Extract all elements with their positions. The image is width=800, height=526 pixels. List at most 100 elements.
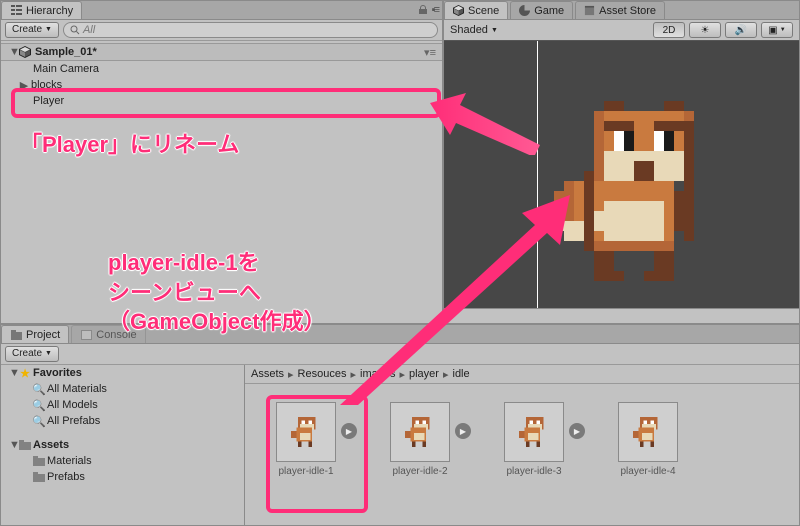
hierarchy-item-label: Player [31, 95, 64, 107]
sprite-preview-icon [405, 415, 435, 449]
hierarchy-tree: ▼ Sample_01* ▾≡ Main Camera ▶ blocks Pla… [1, 41, 442, 111]
breadcrumb-item[interactable]: images [360, 368, 395, 380]
disclosure-triangle-icon[interactable]: ▼ [9, 367, 19, 379]
create-button[interactable]: Create ▼ [5, 346, 59, 362]
hierarchy-tab-options[interactable]: ▪≡ [418, 1, 442, 19]
scene-view[interactable] [444, 41, 799, 308]
folder-icon [33, 455, 45, 467]
hierarchy-item-player[interactable]: Player [1, 93, 442, 109]
tab-project[interactable]: Project [1, 325, 69, 343]
project-toolbar: Create ▼ [1, 344, 799, 365]
asset-name-label: player-idle-3 [506, 466, 561, 477]
disclosure-triangle-icon[interactable]: ▼ [9, 46, 19, 58]
play-icon[interactable]: ▶ [569, 423, 585, 439]
create-button-label: Create [12, 23, 42, 37]
tab-asset-store[interactable]: Asset Store [575, 1, 665, 19]
search-filter-icon: 🔍 [33, 383, 45, 395]
tab-scene-label: Scene [468, 5, 499, 17]
tab-asset-store-label: Asset Store [599, 5, 656, 17]
breadcrumb-item[interactable]: player [409, 368, 439, 380]
favorites-item-label: All Prefabs [45, 415, 100, 427]
panel-menu-icon: ▪≡ [432, 4, 438, 16]
scene-tab-bar: Scene Game Asset Store [444, 1, 799, 20]
asset-thumbnail: ▶ [504, 402, 564, 462]
scene-icon [453, 5, 464, 16]
asset-thumbnail: ▶ [276, 402, 336, 462]
create-button-label: Create [12, 347, 42, 361]
asset-item[interactable]: ▶ player-idle-2 [377, 402, 463, 477]
hierarchy-panel: Hierarchy ▪≡ Create ▼ All ▼ Sample_01* ▾… [0, 0, 443, 324]
assets-item[interactable]: Prefabs [1, 469, 244, 485]
sprite-preview-icon [291, 415, 321, 449]
breadcrumb: Assets▸ Resouces▸ images▸ player▸ idle [245, 365, 799, 384]
search-filter-icon: 🔍 [33, 399, 45, 411]
console-icon [80, 329, 92, 341]
hierarchy-item-label: blocks [29, 79, 62, 91]
hierarchy-search-input[interactable]: All [63, 22, 438, 38]
tab-project-label: Project [26, 329, 60, 341]
assets-item-label: Materials [45, 455, 92, 467]
tab-game-label: Game [534, 5, 564, 17]
assets-item-label: Prefabs [45, 471, 85, 483]
tab-game[interactable]: Game [510, 1, 573, 19]
scene-name-label: Sample_01* [35, 46, 97, 58]
star-icon: ★ [19, 367, 31, 379]
hierarchy-item[interactable]: Main Camera [1, 61, 442, 77]
asset-name-label: player-idle-2 [392, 466, 447, 477]
lock-icon [418, 5, 428, 15]
project-panel: Project Console Create ▼ ▼ ★ Favorites 🔍… [0, 324, 800, 526]
project-icon [10, 329, 22, 341]
assets-item[interactable]: Materials [1, 453, 244, 469]
asset-item[interactable]: player-idle-4 [605, 402, 691, 477]
toolbar-2d-toggle[interactable]: 2D [653, 22, 685, 38]
play-icon[interactable]: ▶ [341, 423, 357, 439]
assets-heading[interactable]: ▼ Assets [1, 437, 244, 453]
scene-panel: Scene Game Asset Store Shaded ▼ 2D ☀ 🔊 ▣… [443, 0, 800, 324]
toolbar-audio-toggle[interactable]: 🔊 [725, 22, 757, 38]
disclosure-triangle-icon[interactable]: ▶ [19, 79, 29, 92]
favorites-item[interactable]: 🔍All Models [1, 397, 244, 413]
asset-store-icon [584, 5, 595, 16]
hierarchy-scene-row[interactable]: ▼ Sample_01* ▾≡ [1, 43, 442, 61]
scene-scrollbar[interactable] [444, 308, 799, 323]
create-button[interactable]: Create ▼ [5, 22, 59, 38]
hierarchy-tab[interactable]: Hierarchy [1, 1, 82, 19]
hierarchy-item[interactable]: ▶ blocks [1, 77, 442, 93]
hierarchy-icon [10, 5, 22, 17]
asset-name-label: player-idle-1 [278, 466, 333, 477]
chevron-right-icon: ▸ [443, 368, 449, 381]
breadcrumb-item[interactable]: Resouces [298, 368, 347, 380]
chevron-right-icon: ▸ [288, 368, 294, 381]
breadcrumb-item[interactable]: Assets [251, 368, 284, 380]
toolbar-fx-toggle[interactable]: ▣▼ [761, 22, 793, 38]
asset-thumbnail: ▶ [390, 402, 450, 462]
player-sprite-preview [554, 101, 724, 291]
scene-row-menu-icon[interactable]: ▾≡ [424, 46, 436, 59]
asset-item[interactable]: ▶ player-idle-3 [491, 402, 577, 477]
sun-icon: ☀ [701, 25, 710, 36]
hierarchy-tab-bar: Hierarchy ▪≡ [1, 1, 442, 20]
favorites-item[interactable]: 🔍All Prefabs [1, 413, 244, 429]
sprite-preview-icon [519, 415, 549, 449]
toolbar-lighting-toggle[interactable]: ☀ [689, 22, 721, 38]
hierarchy-tab-label: Hierarchy [26, 5, 73, 17]
hierarchy-toolbar: Create ▼ All [1, 20, 442, 41]
project-sidebar: ▼ ★ Favorites 🔍All Materials 🔍All Models… [1, 365, 245, 525]
breadcrumb-item[interactable]: idle [453, 368, 470, 380]
asset-item[interactable]: ▶ player-idle-1 [263, 402, 349, 477]
favorites-item[interactable]: 🔍All Materials [1, 381, 244, 397]
tab-scene[interactable]: Scene [444, 1, 508, 19]
shading-mode-dropdown[interactable]: Shaded ▼ [450, 24, 498, 36]
project-grid: ▶ player-idle-1 ▶ player-idle-2 ▶ [245, 384, 799, 525]
asset-thumbnail [618, 402, 678, 462]
chevron-down-icon: ▼ [45, 347, 52, 361]
tab-console[interactable]: Console [71, 325, 145, 343]
toolbar-2d-label: 2D [663, 25, 676, 36]
hierarchy-item-label: Main Camera [31, 63, 99, 75]
image-icon: ▣ [768, 25, 777, 36]
scene-toolbar: Shaded ▼ 2D ☀ 🔊 ▣▼ [444, 20, 799, 41]
play-icon[interactable]: ▶ [455, 423, 471, 439]
favorites-heading[interactable]: ▼ ★ Favorites [1, 365, 244, 381]
assets-heading-label: Assets [31, 439, 69, 451]
disclosure-triangle-icon[interactable]: ▼ [9, 439, 19, 451]
